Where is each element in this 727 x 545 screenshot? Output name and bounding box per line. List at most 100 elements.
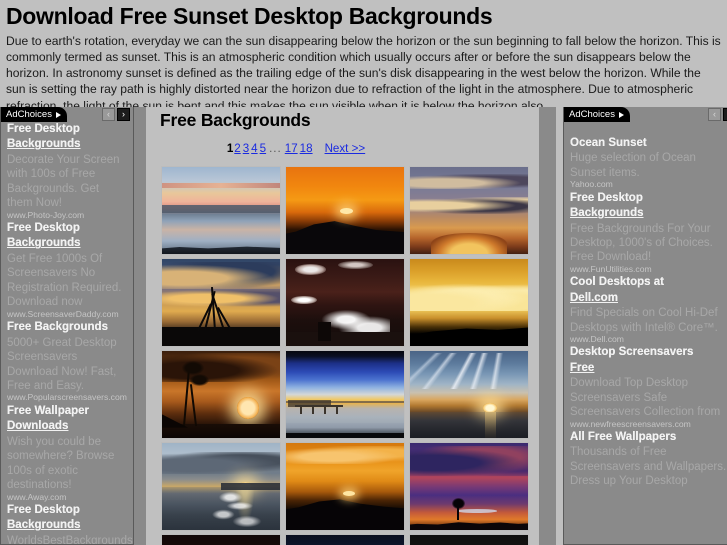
thumbnail-link[interactable] <box>285 534 405 545</box>
ad-item[interactable]: Desktop Screensavers Free Download Top Des… <box>570 345 727 429</box>
adchoices-label: AdChoices <box>569 109 615 120</box>
ad-item[interactable]: Cool Desktops at Dell.com Find Specials on… <box>570 275 727 344</box>
ad-title[interactable]: Free Wallpaper Downloads <box>7 404 127 435</box>
ad-item[interactable]: Free Desktop Backgrounds Decorate Your Scr… <box>7 122 127 220</box>
left-rail-divider <box>134 107 146 545</box>
pagination-page-link[interactable]: 17 <box>285 142 298 155</box>
ad-description: WorldsBestBackgrounds - Get Bling 3D Gra… <box>7 534 133 545</box>
adchoices-tab-right[interactable]: AdChoices <box>564 107 630 122</box>
ad-url: www.Dell.com <box>570 334 624 345</box>
left-ad-list: Free Desktop Backgrounds Decorate Your Scr… <box>1 122 133 545</box>
ad-title[interactable]: Ocean Sunset <box>570 136 727 151</box>
ad-title-line: Desktop Screensavers <box>570 346 694 359</box>
ad-title-line: Backgrounds <box>7 237 81 250</box>
pagination-page-link[interactable]: 3 <box>243 142 249 155</box>
ad-spacer <box>570 122 727 136</box>
ad-title-line: Cool Desktops at <box>570 276 664 289</box>
ad-title-line: Backgrounds <box>7 138 81 151</box>
ad-title-line: Free Desktop <box>570 191 643 204</box>
right-ad-column: AdChoices ‹ › Ocean Sunset Huge selection… <box>556 107 727 545</box>
ad-item[interactable]: Free Backgrounds 5000+ Great Desktop Scre… <box>7 320 127 403</box>
ad-title-line: Ocean Sunset <box>570 137 647 149</box>
adchoices-tab-left[interactable]: AdChoices <box>1 107 67 122</box>
ad-item[interactable]: Free Wallpaper Downloads Wish you could be… <box>7 404 127 502</box>
ad-title-line: Backgrounds <box>570 207 644 220</box>
ad-item[interactable]: Free Desktop Backgrounds Free Backgrounds … <box>570 191 727 275</box>
pagination-next-link[interactable]: Next >> <box>325 142 366 155</box>
ad-description: Find Specials on Cool Hi-Def Desktops wi… <box>570 307 718 334</box>
page-root: Download Free Sunset Desktop Backgrounds… <box>0 0 727 545</box>
ad-title-line: Free Wallpaper <box>7 404 90 417</box>
ad-url: www.Away.com <box>7 491 67 502</box>
thumbnail-link[interactable] <box>285 442 405 531</box>
ad-description: Huge selection of Ocean Sunset items. <box>570 152 696 179</box>
thumbnail-link[interactable] <box>285 258 405 347</box>
ad-item[interactable]: Ocean Sunset Huge selection of Ocean Suns… <box>570 136 727 190</box>
left-ad-nav: ‹ › <box>102 108 133 121</box>
ad-title-line: Free <box>570 361 595 374</box>
thumbnail-link[interactable] <box>409 166 529 255</box>
thumbnail-link[interactable] <box>161 534 281 545</box>
right-ad-unit: AdChoices ‹ › Ocean Sunset Huge selection… <box>563 107 727 545</box>
ad-title[interactable]: Free Desktop Backgrounds <box>7 503 127 534</box>
adchoices-arrow-icon <box>618 111 624 118</box>
main-content-column: Free Backgrounds 12 3 4 5... 17 18 Next >> <box>146 107 539 545</box>
ad-item[interactable]: All Free Wallpapers Thousands of Free Scr… <box>570 430 727 489</box>
ad-url: www.newfreescreensavers.com <box>570 418 691 429</box>
ad-title-line: Free Backgrounds <box>7 321 108 334</box>
ad-title[interactable]: Free Desktop Backgrounds <box>570 191 727 222</box>
ad-url: www.Popularscreensavers.com <box>7 392 127 403</box>
ad-title-line: Backgrounds <box>7 519 81 532</box>
ad-url: www.Photo-Joy.com <box>7 209 85 220</box>
thumbnail-grid <box>160 166 529 545</box>
pagination-page-link[interactable]: 18 <box>300 142 313 155</box>
right-rail-divider <box>539 107 556 545</box>
ad-title[interactable]: Free Desktop Backgrounds <box>7 122 127 153</box>
thumbnail-link[interactable] <box>161 350 281 439</box>
thumbnail-link[interactable] <box>161 442 281 531</box>
ad-title-line: Free Desktop <box>7 222 80 235</box>
next-ad-button-right[interactable]: › <box>723 108 727 121</box>
pagination-page-link[interactable]: 2 <box>234 142 240 155</box>
left-ad-unit: AdChoices ‹ › Free Desktop Backgrounds Dec… <box>0 107 134 545</box>
thumbnail-link[interactable] <box>409 258 529 347</box>
ad-description: Decorate Your Screen with 100s of Free B… <box>7 153 120 210</box>
adchoices-label: AdChoices <box>6 109 52 120</box>
pagination-page-link[interactable]: 4 <box>251 142 257 155</box>
ad-description: Get Free 1000s Of Screensavers No Regist… <box>7 252 122 309</box>
left-ad-column: AdChoices ‹ › Free Desktop Backgrounds Dec… <box>0 107 134 545</box>
ad-url: www.FunUtilities.com <box>570 263 652 274</box>
thumbnail-link[interactable] <box>285 350 405 439</box>
thumbnail-link[interactable] <box>409 442 529 531</box>
thumbnail-link[interactable] <box>409 534 529 545</box>
ad-item[interactable]: Free Desktop Backgrounds WorldsBestBackgro… <box>7 503 133 545</box>
right-adchoices-bar: AdChoices ‹ › <box>564 107 727 122</box>
ad-title-line: Downloads <box>7 420 69 433</box>
pagination-ellipsis: ... <box>269 142 282 155</box>
ad-title-line: All Free Wallpapers <box>570 430 677 443</box>
pagination-page-link[interactable]: 5 <box>260 142 266 155</box>
prev-ad-button-left[interactable]: ‹ <box>102 108 115 121</box>
prev-ad-button-right[interactable]: ‹ <box>708 108 721 121</box>
ad-title-line: Dell.com <box>570 291 618 304</box>
ad-url: www.ScreensaverDaddy.com <box>7 308 119 319</box>
ad-title[interactable]: Free Backgrounds <box>7 320 127 335</box>
ad-title[interactable]: Free Desktop Backgrounds <box>7 221 127 252</box>
next-ad-button-left[interactable]: › <box>117 108 130 121</box>
thumbnail-link[interactable] <box>409 350 529 439</box>
thumbnail-link[interactable] <box>161 166 281 255</box>
right-ad-list: Ocean Sunset Huge selection of Ocean Suns… <box>564 122 727 489</box>
ad-title[interactable]: Desktop Screensavers Free <box>570 345 727 376</box>
ad-title[interactable]: All Free Wallpapers <box>570 430 727 445</box>
ad-description: Download Top Desktop Screensavers Safe S… <box>570 377 721 419</box>
ad-item[interactable]: Free Desktop Backgrounds Get Free 1000s Of… <box>7 221 127 319</box>
ad-title[interactable]: Cool Desktops at Dell.com <box>570 275 727 306</box>
ad-url: Yahoo.com <box>570 179 613 190</box>
thumbnail-link[interactable] <box>161 258 281 347</box>
content-columns: AdChoices ‹ › Free Desktop Backgrounds Dec… <box>0 107 727 545</box>
ad-description: Wish you could be somewhere? Browse 100s… <box>7 435 115 492</box>
right-ad-nav: ‹ › <box>708 108 727 121</box>
adchoices-arrow-icon <box>55 111 61 118</box>
thumbnail-link[interactable] <box>285 166 405 255</box>
ad-title-line: Free Desktop <box>7 123 80 135</box>
